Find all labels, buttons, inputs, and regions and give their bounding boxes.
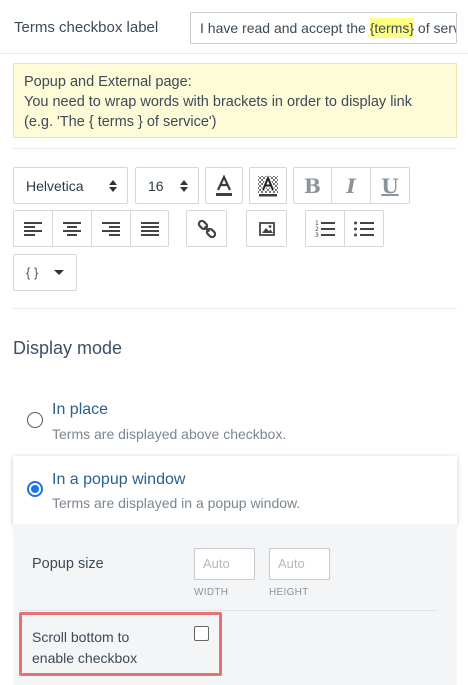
unordered-list-icon: [354, 221, 374, 236]
image-icon: [258, 221, 275, 236]
bold-icon: B: [304, 173, 321, 198]
option-in-place-title: In place: [52, 401, 109, 418]
variables-glyph: { }: [26, 265, 39, 280]
display-mode-option-in-place[interactable]: In place Terms are displayed above check…: [13, 395, 457, 451]
align-right-button[interactable]: [91, 210, 131, 247]
terms-text-prefix: I have read and accept the: [200, 20, 370, 36]
radio-popup[interactable]: [27, 481, 43, 497]
variables-dropdown[interactable]: { }: [13, 254, 77, 291]
terms-label-row: Terms checkbox label I have read and acc…: [0, 0, 468, 54]
select-arrows-icon: [180, 179, 188, 192]
text-color-icon: [216, 174, 232, 196]
bracket-info-note: Popup and External page: You need to wra…: [13, 63, 457, 138]
image-button[interactable]: [246, 210, 287, 247]
align-left-button[interactable]: [13, 210, 53, 247]
link-icon: [197, 219, 216, 238]
align-justify-icon: [140, 221, 159, 236]
option-popup-desc: Terms are displayed in a popup window.: [52, 495, 301, 511]
terms-label-caption: Terms checkbox label: [14, 19, 159, 36]
text-color-button[interactable]: [205, 167, 243, 204]
option-popup-title: In a popup window: [52, 471, 186, 488]
focus-highlight-outline: [19, 612, 222, 676]
popup-size-label: Popup size: [32, 556, 104, 572]
popup-width-input[interactable]: Auto: [194, 548, 255, 580]
link-button[interactable]: [186, 210, 227, 247]
italic-button[interactable]: I: [331, 167, 371, 204]
popup-option-content: In a popup window Terms are displayed in…: [13, 456, 457, 524]
height-caption: HEIGHT: [269, 587, 309, 598]
divider: [13, 148, 457, 149]
unordered-list-button[interactable]: [344, 210, 384, 247]
display-mode-option-popup[interactable]: In a popup window Terms are displayed in…: [13, 456, 457, 524]
chevron-down-icon: [54, 270, 64, 275]
note-line-3: (e.g. 'The { terms } of service'): [24, 114, 217, 130]
terms-placeholder-highlight: {terms}: [369, 18, 415, 38]
terms-label-input[interactable]: I have read and accept the {terms} of se…: [190, 12, 457, 44]
font-family-value: Helvetica: [26, 177, 84, 194]
note-line-1: Popup and External page:: [24, 74, 192, 90]
width-caption: WIDTH: [194, 587, 229, 598]
option-in-place-desc: Terms are displayed above checkbox.: [52, 426, 287, 442]
note-line-2: You need to wrap words with brackets in …: [24, 94, 412, 110]
align-right-icon: [102, 221, 120, 236]
ordered-list-button[interactable]: 1 2 3: [305, 210, 345, 247]
radio-in-place[interactable]: [27, 412, 43, 428]
divider: [13, 308, 457, 309]
terms-text-suffix: of service: [417, 20, 456, 36]
underline-button[interactable]: U: [370, 167, 410, 204]
align-center-icon: [63, 221, 81, 236]
select-arrows-icon: [109, 179, 117, 192]
ordered-list-icon: 1 2 3: [315, 220, 335, 238]
align-left-icon: [24, 221, 42, 236]
underline-icon: U: [381, 173, 399, 198]
popup-height-input[interactable]: Auto: [269, 548, 330, 580]
font-size-value: 16: [148, 177, 164, 194]
font-size-select[interactable]: 16: [135, 167, 199, 204]
italic-icon: I: [346, 173, 356, 198]
divider: [20, 610, 438, 611]
font-family-select[interactable]: Helvetica: [13, 167, 128, 204]
highlight-color-icon: [258, 174, 278, 196]
highlight-color-button[interactable]: [249, 167, 287, 204]
align-center-button[interactable]: [52, 210, 92, 247]
svg-text:3: 3: [315, 232, 319, 238]
display-mode-title: Display mode: [13, 338, 123, 358]
bold-button[interactable]: B: [293, 167, 332, 204]
align-justify-button[interactable]: [130, 210, 169, 247]
